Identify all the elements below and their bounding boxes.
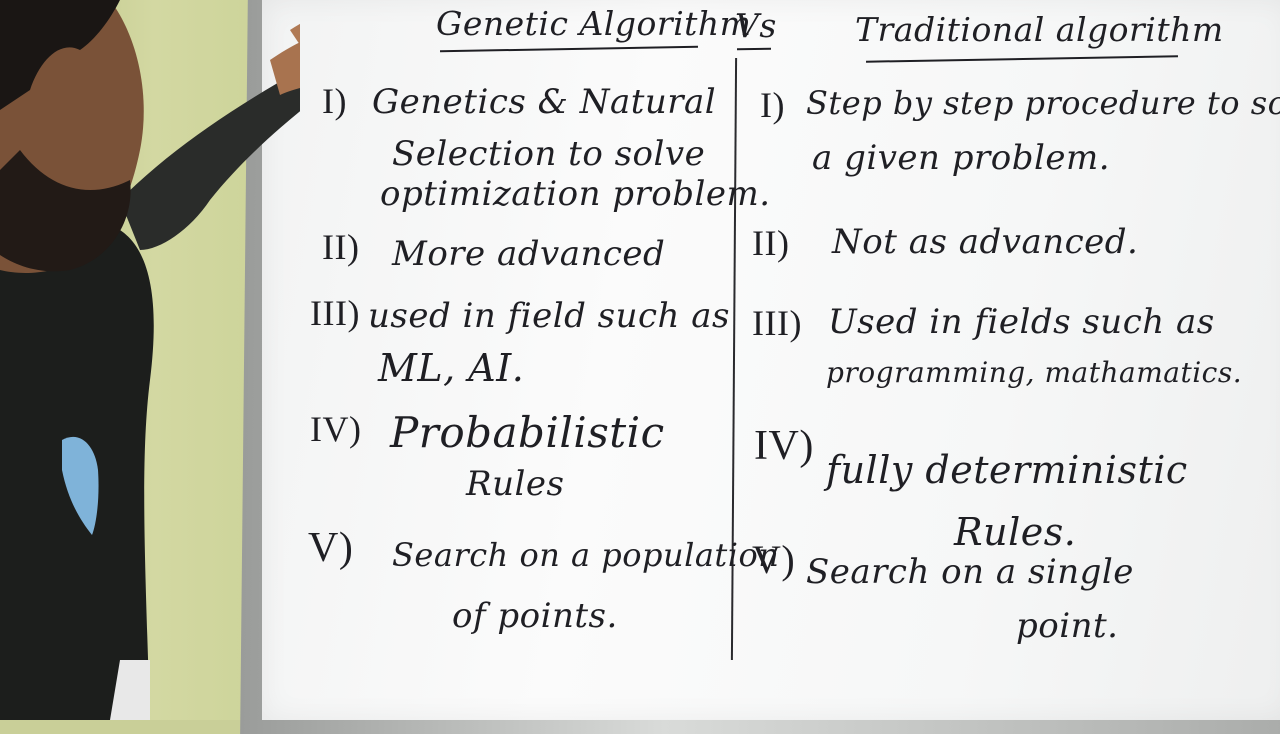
left-item-4-number: IV) [310, 409, 362, 449]
left-item-3-line-2: ML, AI. [378, 346, 525, 390]
right-item-3-line-1: Used in fields such as [828, 302, 1215, 342]
right-item-3-number: III) [752, 303, 802, 343]
right-item-4-number: IV) [754, 423, 814, 469]
right-item-2-number: II) [752, 223, 790, 263]
right-item-1-number: I) [760, 85, 785, 125]
right-item-5-line-2: point. [1016, 606, 1119, 646]
left-item-4-line-1: Probabilistic [390, 408, 665, 457]
left-title: Genetic Algorithm [436, 4, 752, 43]
right-item-1-line-1: Step by step procedure to solve [806, 84, 1280, 122]
right-item-3-line-2: programming, mathamatics. [826, 356, 1243, 389]
left-item-2-line-1: More advanced [392, 234, 666, 274]
left-item-1-line-2: Selection to solve [392, 134, 706, 174]
left-item-1-line-3: optimization problem. [380, 174, 771, 214]
right-title: Traditional algorithm [855, 10, 1224, 49]
right-item-1-line-2: a given problem. [812, 138, 1111, 178]
left-item-5-line-1: Search on a population [392, 536, 780, 574]
left-item-2-number: II) [322, 227, 360, 267]
left-item-4-line-2: Rules [466, 464, 565, 504]
left-item-1-line-1: Genetics & Natural [372, 82, 717, 122]
presenter-arm [120, 70, 300, 250]
right-item-4-line-2: Rules. [954, 510, 1077, 554]
right-item-5-number: V) [752, 537, 796, 582]
left-item-3-line-1: used in field such as [368, 296, 730, 336]
left-item-5-line-2: of points. [452, 596, 618, 636]
left-item-3-number: III) [310, 293, 360, 333]
left-item-1-number: I) [322, 81, 347, 121]
presenter-figure [0, 0, 300, 720]
vs-label: Vs [735, 6, 777, 45]
right-item-5-line-1: Search on a single [806, 552, 1134, 592]
right-item-2-line-1: Not as advanced. [832, 222, 1139, 262]
left-item-5-number: V) [308, 525, 354, 571]
right-item-4-line-1: fully deterministic [826, 448, 1188, 492]
